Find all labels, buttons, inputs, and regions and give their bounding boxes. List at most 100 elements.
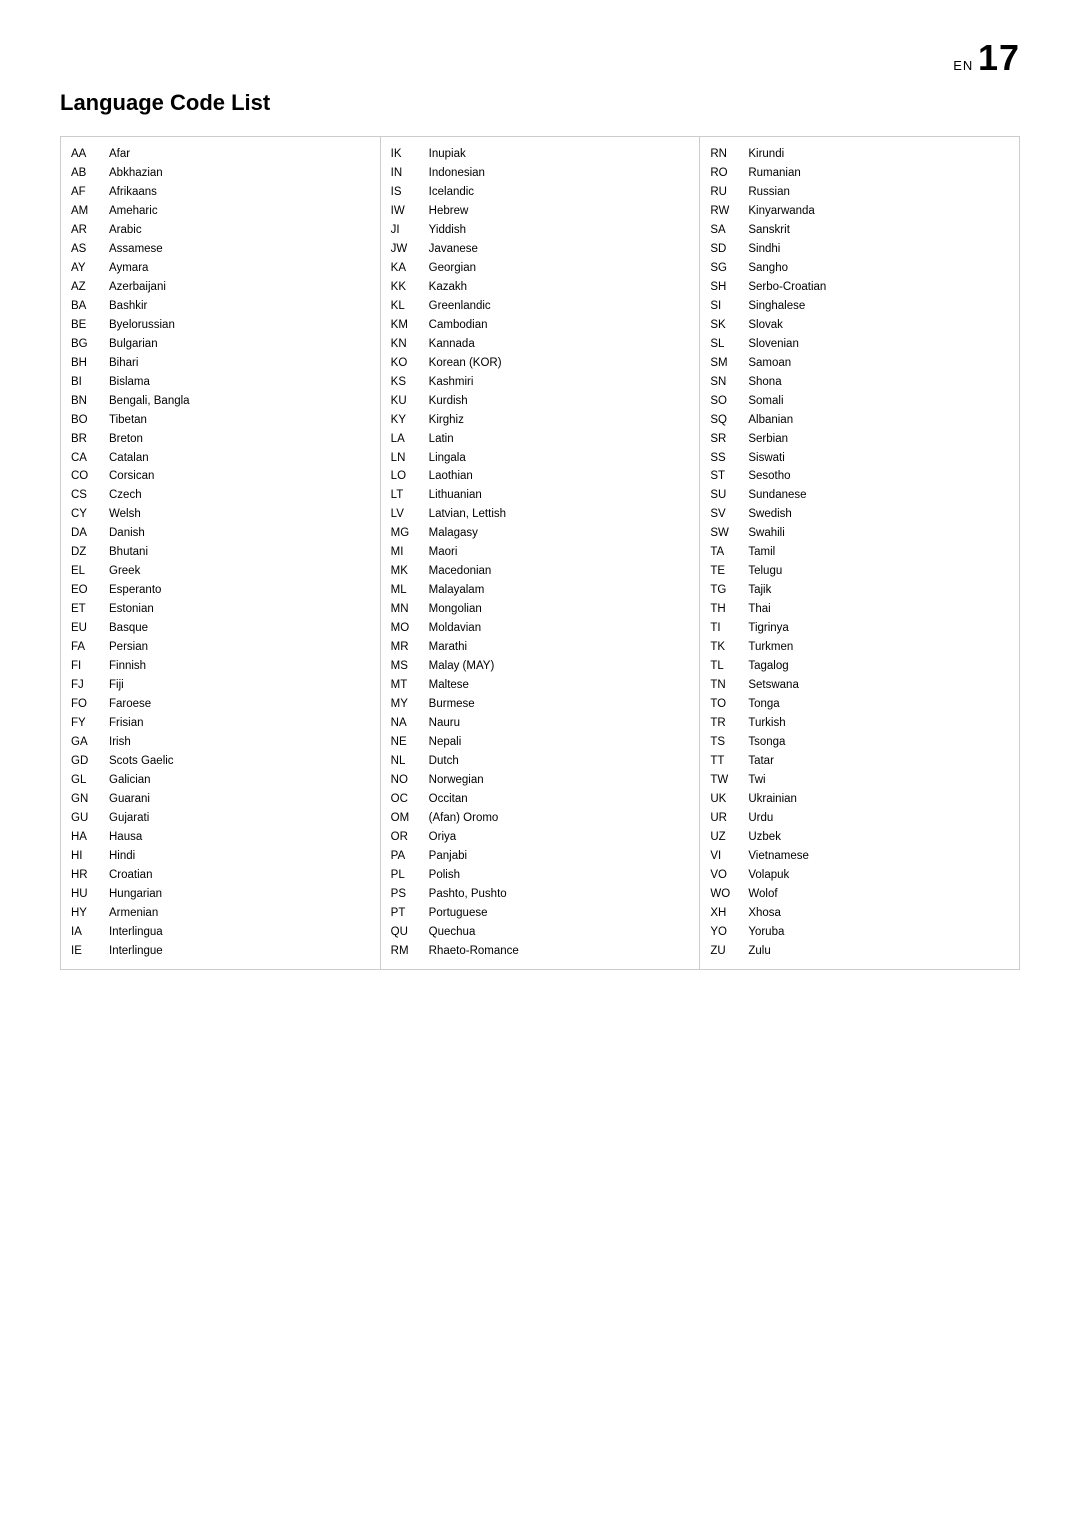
lang-name: Swahili: [748, 524, 784, 543]
lang-code: CS: [71, 486, 99, 505]
lang-code: SM: [710, 354, 738, 373]
language-table: AAAfarABAbkhazianAFAfrikaansAMAmeharicAR…: [60, 136, 1020, 970]
lang-name: Latvian, Lettish: [429, 505, 506, 524]
lang-code: HR: [71, 866, 99, 885]
lang-name: Somali: [748, 392, 783, 411]
lang-code: EU: [71, 619, 99, 638]
lang-name: Scots Gaelic: [109, 752, 174, 771]
lang-code: TS: [710, 733, 738, 752]
lang-name: Nauru: [429, 714, 460, 733]
lang-name: Korean (KOR): [429, 354, 502, 373]
lang-name: Bislama: [109, 373, 150, 392]
lang-name: (Afan) Oromo: [429, 809, 499, 828]
lang-entry: BO Tibetan: [71, 411, 370, 430]
lang-code: DA: [71, 524, 99, 543]
lang-code: SN: [710, 373, 738, 392]
lang-name: Portuguese: [429, 904, 488, 923]
lang-entry: BN Bengali, Bangla: [71, 392, 370, 411]
lang-name: Twi: [748, 771, 765, 790]
lang-entry: DADanish: [71, 524, 370, 543]
lang-entry: AAAfar: [71, 145, 370, 164]
lang-entry: BIBislama: [71, 373, 370, 392]
lang-code: HY: [71, 904, 99, 923]
lang-entry: TETelugu: [710, 562, 1009, 581]
lang-name: Hungarian: [109, 885, 162, 904]
lang-entry: IAInterlingua: [71, 923, 370, 942]
lang-entry: LTLithuanian: [391, 486, 690, 505]
lang-entry: GDScots Gaelic: [71, 752, 370, 771]
lang-code: SU: [710, 486, 738, 505]
lang-code: NE: [391, 733, 419, 752]
lang-entry: MOMoldavian: [391, 619, 690, 638]
lang-name: Malayalam: [429, 581, 485, 600]
lang-code: SR: [710, 430, 738, 449]
lang-code: LA: [391, 430, 419, 449]
lang-entry: BHBihari: [71, 354, 370, 373]
page-number: EN 17: [953, 40, 1020, 76]
language-column-2: IKInupiakINIndonesianISIcelandicIWHebrew…: [381, 137, 701, 969]
lang-name: Interlingua: [109, 923, 163, 942]
lang-code: BO: [71, 411, 99, 430]
lang-code: FI: [71, 657, 99, 676]
lang-entry: TWTwi: [710, 771, 1009, 790]
lang-code: MG: [391, 524, 419, 543]
lang-entry: SA Sanskrit: [710, 221, 1009, 240]
lang-code: BR: [71, 430, 99, 449]
lang-entry: SLSlovenian: [710, 335, 1009, 354]
lang-code: FO: [71, 695, 99, 714]
lang-name: Fiji: [109, 676, 124, 695]
lang-code: SA: [710, 221, 738, 240]
lang-name: Bengali, Bangla: [109, 392, 190, 411]
lang-entry: LOLaothian: [391, 467, 690, 486]
lang-entry: TKTurkmen: [710, 638, 1009, 657]
lang-code: CY: [71, 505, 99, 524]
lang-entry: VIVietnamese: [710, 847, 1009, 866]
lang-code: EL: [71, 562, 99, 581]
lang-entry: FOFaroese: [71, 695, 370, 714]
lang-code: BN: [71, 392, 99, 411]
lang-code: RW: [710, 202, 738, 221]
lang-entry: QUQuechua: [391, 923, 690, 942]
lang-code: RO: [710, 164, 738, 183]
lang-entry: SWSwahili: [710, 524, 1009, 543]
lang-name: Sanskrit: [748, 221, 790, 240]
lang-name: Latin: [429, 430, 454, 449]
lang-entry: KLGreenlandic: [391, 297, 690, 316]
page: EN 17 Language Code List AAAfarABAbkhazi…: [0, 0, 1080, 1010]
lang-name: Polish: [429, 866, 460, 885]
lang-code: JW: [391, 240, 419, 259]
lang-name: Abkhazian: [109, 164, 163, 183]
lang-code: SS: [710, 449, 738, 468]
lang-name: Yoruba: [748, 923, 784, 942]
lang-code: AZ: [71, 278, 99, 297]
lang-name: Shona: [748, 373, 781, 392]
lang-entry: KYKirghiz: [391, 411, 690, 430]
lang-code: XH: [710, 904, 738, 923]
lang-entry: AFAfrikaans: [71, 183, 370, 202]
lang-name: Siswati: [748, 449, 784, 468]
lang-name: Armenian: [109, 904, 158, 923]
lang-code: QU: [391, 923, 419, 942]
lang-entry: SISinghalese: [710, 297, 1009, 316]
page-num: 17: [978, 37, 1020, 78]
lang-name: Samoan: [748, 354, 791, 373]
lang-code: SK: [710, 316, 738, 335]
lang-name: Croatian: [109, 866, 152, 885]
lang-entry: ZUZulu: [710, 942, 1009, 961]
lang-entry: LNLingala: [391, 449, 690, 468]
lang-entry: OROriya: [391, 828, 690, 847]
lang-name: Tibetan: [109, 411, 147, 430]
lang-code: SH: [710, 278, 738, 297]
lang-code: LT: [391, 486, 419, 505]
lang-code: ZU: [710, 942, 738, 961]
lang-name: Serbian: [748, 430, 788, 449]
lang-code: BA: [71, 297, 99, 316]
lang-code: MY: [391, 695, 419, 714]
lang-entry: ETEstonian: [71, 600, 370, 619]
lang-name: Finnish: [109, 657, 146, 676]
lang-code: TA: [710, 543, 738, 562]
lang-name: Nepali: [429, 733, 462, 752]
lang-name: Irish: [109, 733, 131, 752]
lang-name: Oriya: [429, 828, 456, 847]
lang-name: Kirundi: [748, 145, 784, 164]
